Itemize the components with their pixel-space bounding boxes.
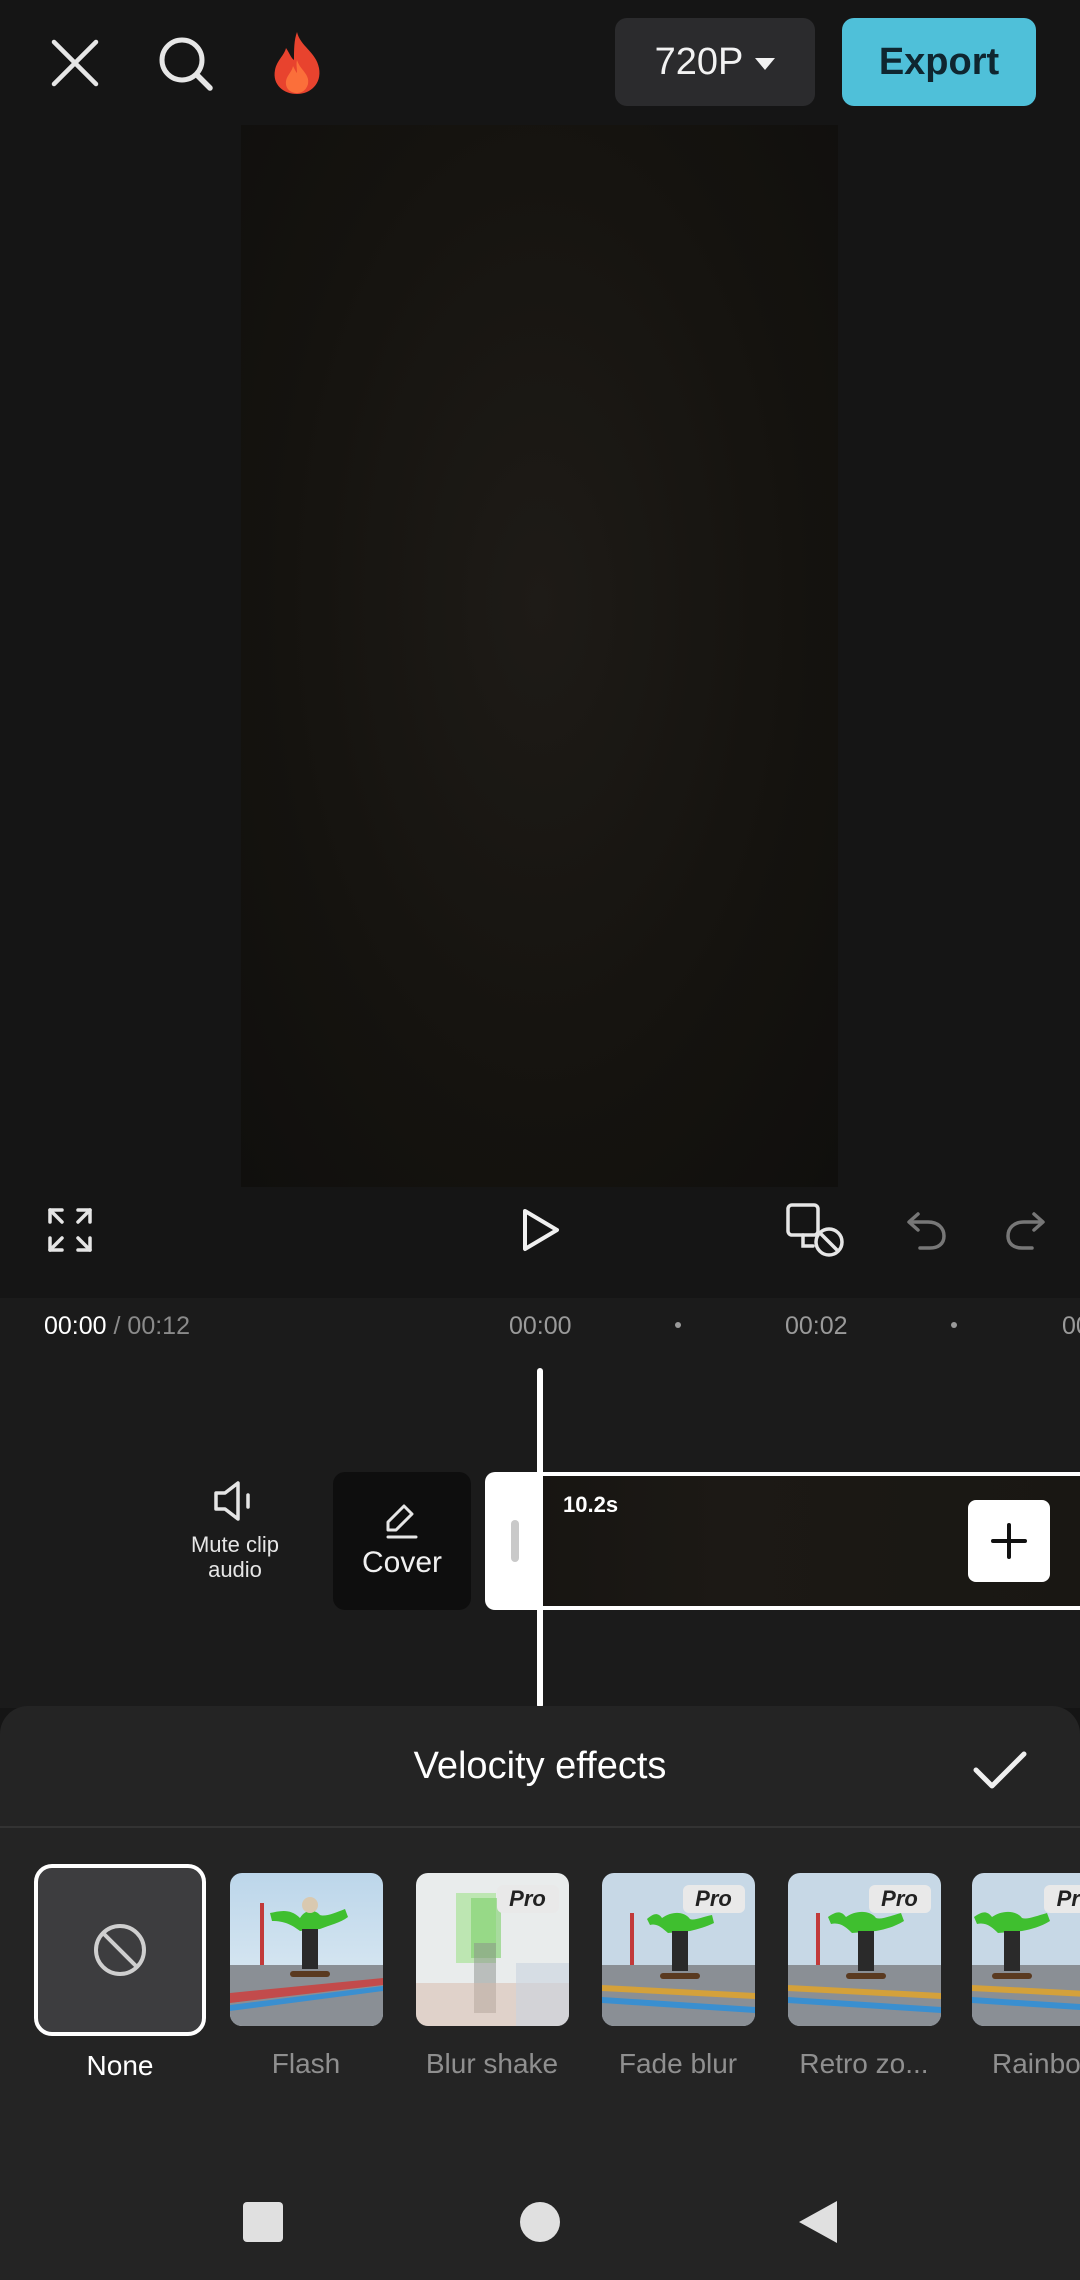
play-button[interactable] [515,1200,567,1260]
time-readout: 00:00 / 00:12 [44,1312,190,1341]
trending-button[interactable] [262,26,332,100]
pro-badge: Pro [1044,1885,1080,1913]
home-button[interactable] [510,2192,570,2252]
pro-badge: Pro [682,1885,745,1913]
pro-badge: Pro [868,1885,931,1913]
effect-item-rainbow[interactable]: Pro Rainbo [972,1862,1080,2080]
back-button[interactable] [788,2192,848,2252]
back-triangle-icon [799,2201,837,2243]
effect-label: Blur shake [425,2048,559,2079]
search-icon [159,37,213,91]
undo-button[interactable] [900,1200,952,1260]
ruler-dot [951,1322,957,1328]
keyframe-off-icon [786,1203,844,1257]
effects-list: None Flash Pro Blur shake Pro Fade blur … [0,1862,1080,2092]
effect-item-retro-zoom[interactable]: Pro Retro zo... [786,1862,942,2080]
fullscreen-icon [48,1208,92,1252]
effect-thumbnail: Pro [972,1873,1080,2026]
ruler-tick: 00:04 [1062,1312,1080,1340]
speaker-icon [214,1481,250,1521]
undo-icon [907,1212,946,1250]
recents-button[interactable] [233,2192,293,2252]
close-icon [51,39,99,87]
ruler-dot [675,1322,681,1328]
effect-item-blur-shake[interactable]: Pro Blur shake [414,1862,570,2080]
plus-icon [991,1523,1027,1559]
clip-trim-handle[interactable] [489,1476,543,1606]
ruler-tick: 00:00 [509,1312,572,1340]
mute-clip-audio-label: Mute clip audio [190,1532,280,1582]
effect-item-fade-blur[interactable]: Pro Fade blur [600,1862,756,2080]
effect-label: Rainbo [992,2048,1080,2079]
skateboarder-thumbnail-icon [229,1873,383,2026]
effect-thumbnail [34,1864,206,2036]
none-icon [94,1924,146,1976]
cover-button[interactable]: Cover [333,1472,471,1610]
editor-screen: 720P Export 00:00 / 00:12 00:00 00:02 0 … [0,0,1080,2280]
effect-item-none[interactable]: None [34,1862,206,2082]
effect-thumbnail [229,1873,383,2026]
effect-item-flash[interactable]: Flash [228,1862,384,2080]
cover-label: Cover [361,1546,443,1579]
flame-icon [274,32,320,94]
pro-badge: Pro [496,1885,559,1913]
ruler-tick: 00:02 [785,1312,848,1340]
trim-handle-grip [511,1520,519,1562]
resolution-dropdown[interactable]: 720P [615,18,815,106]
effect-label: None [86,2050,154,2081]
sheet-title: Velocity effects [413,1745,667,1787]
current-time: 00:00 [44,1312,107,1340]
export-button[interactable]: Export [842,18,1036,106]
resolution-label: 720P [654,40,744,83]
close-button[interactable] [40,28,110,98]
square-icon [243,2202,283,2242]
edit-pencil-icon [386,1504,418,1539]
effect-label: Fade blur [618,2048,738,2079]
effect-label: Retro zo... [799,2048,929,2079]
checkmark-icon [973,1751,1027,1789]
top-bar: 720P Export [0,0,1080,125]
playhead[interactable] [537,1368,543,1708]
play-icon [523,1209,559,1251]
fullscreen-button[interactable] [44,1200,96,1260]
add-clip-button[interactable] [968,1500,1050,1582]
circle-icon [520,2202,560,2242]
caret-down-icon [755,58,776,70]
sheet-divider [0,1826,1080,1828]
clip-duration: 10.2s [563,1492,619,1517]
search-button[interactable] [150,28,222,100]
total-time: 00:12 [127,1312,190,1340]
effect-thumbnail: Pro [415,1873,569,2026]
time-separator: / [113,1312,121,1340]
effect-label: Flash [271,2048,341,2079]
video-preview[interactable] [241,125,838,1187]
keyframe-toggle-button[interactable] [785,1200,847,1260]
redo-icon [1006,1212,1045,1250]
mute-clip-audio-button[interactable]: Mute clip audio [170,1480,300,1600]
effect-thumbnail: Pro [601,1873,755,2026]
confirm-button[interactable] [965,1735,1035,1805]
effect-thumbnail: Pro [787,1873,941,2026]
redo-button[interactable] [1000,1200,1052,1260]
